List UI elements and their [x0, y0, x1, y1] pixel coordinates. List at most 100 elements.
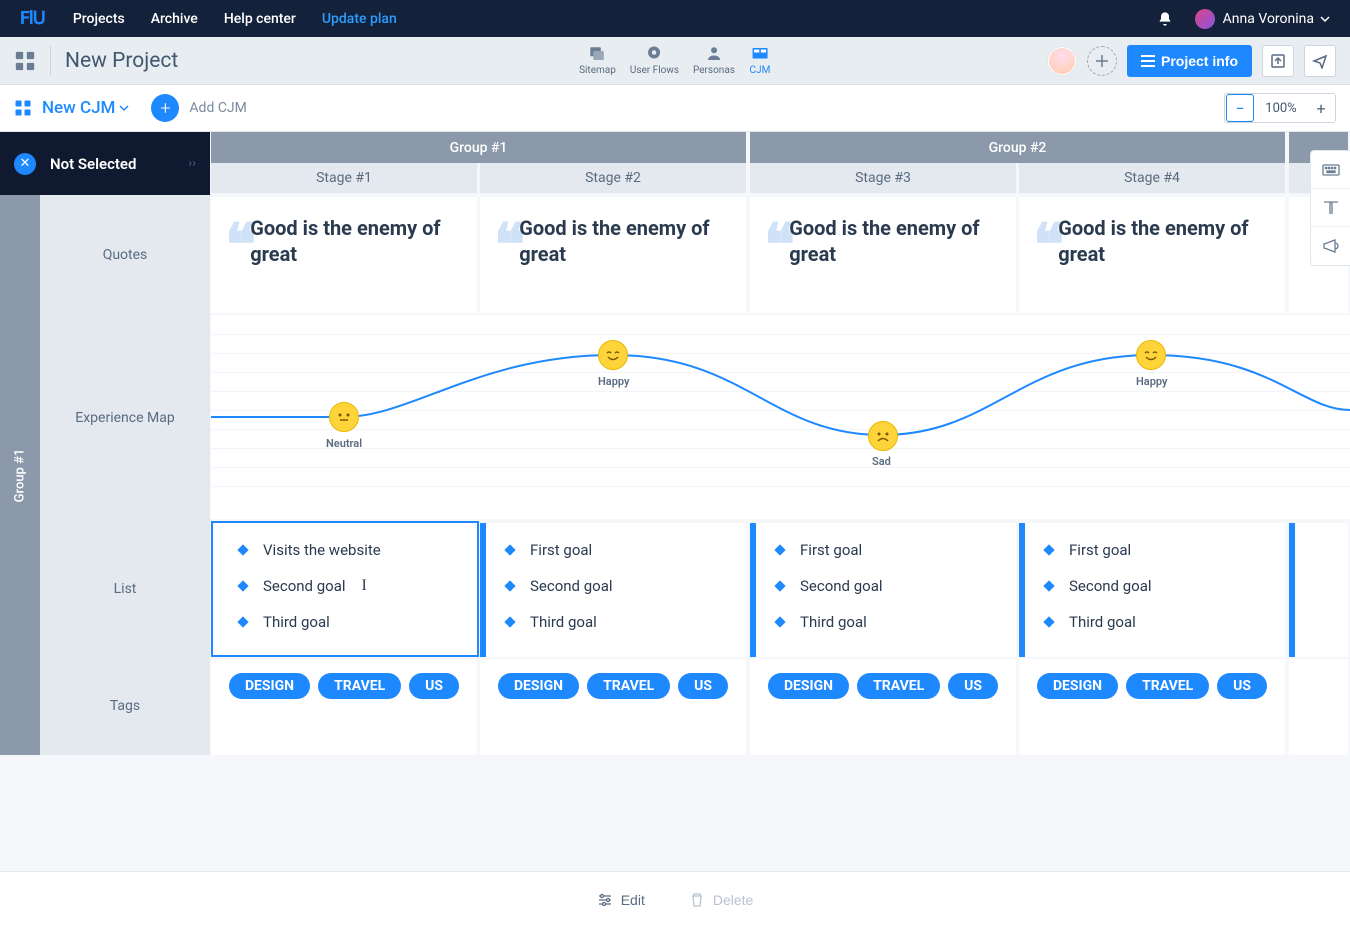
- neutral-emoji-icon[interactable]: [329, 402, 359, 432]
- user-menu[interactable]: Anna Voronina: [1195, 9, 1330, 29]
- bullet-icon: [504, 580, 515, 591]
- group-header[interactable]: Group #2: [750, 132, 1287, 163]
- tab-sitemap[interactable]: Sitemap: [579, 45, 616, 76]
- tag[interactable]: DESIGN: [498, 673, 579, 699]
- list-cell[interactable]: First goal Second goal Third goal: [480, 521, 748, 657]
- export-button[interactable]: [1262, 45, 1294, 77]
- userflows-icon: [643, 45, 665, 63]
- bullet-icon: [1043, 580, 1054, 591]
- quote-cell[interactable]: ❝Good is the enemy of great: [750, 197, 1018, 313]
- tags-cell[interactable]: DESIGN TRAVEL US: [211, 659, 479, 755]
- tag[interactable]: TRAVEL: [857, 673, 940, 699]
- list-item[interactable]: Second goal: [1045, 577, 1271, 595]
- row-list-label[interactable]: List: [40, 521, 210, 657]
- list-item[interactable]: Visits the website: [239, 541, 463, 559]
- add-persona-button[interactable]: [1087, 46, 1117, 76]
- cjm-grid-icon[interactable]: [14, 99, 32, 117]
- nav-helpcenter[interactable]: Help center: [224, 11, 296, 27]
- quote-cell[interactable]: ❝Good is the enemy of great: [480, 197, 748, 313]
- delete-button[interactable]: Delete: [689, 892, 753, 908]
- tag[interactable]: TRAVEL: [318, 673, 401, 699]
- tag[interactable]: TRAVEL: [587, 673, 670, 699]
- stage-header[interactable]: Stage #4: [1019, 163, 1287, 195]
- tag[interactable]: DESIGN: [1037, 673, 1118, 699]
- bullet-icon: [774, 616, 785, 627]
- tab-userflows[interactable]: User Flows: [630, 45, 679, 76]
- share-button[interactable]: [1304, 45, 1336, 77]
- list-accent: [1289, 523, 1295, 657]
- secondbar-right: Project info: [1047, 45, 1336, 77]
- expand-chevron-icon[interactable]: ››: [188, 156, 196, 171]
- happy-emoji-icon[interactable]: [1136, 340, 1166, 370]
- nav-archive[interactable]: Archive: [151, 11, 198, 27]
- list-cell-partial[interactable]: [1289, 521, 1350, 657]
- group-sidebar[interactable]: Group #1: [0, 195, 40, 755]
- bullet-icon: [504, 616, 515, 627]
- quote-cell[interactable]: ❝Good is the enemy of great: [211, 197, 479, 313]
- happy-emoji-icon[interactable]: [598, 340, 628, 370]
- tag[interactable]: DESIGN: [768, 673, 849, 699]
- tab-personas[interactable]: Personas: [693, 45, 735, 76]
- user-name: Anna Voronina: [1223, 11, 1314, 27]
- list-item[interactable]: First goal: [1045, 541, 1271, 559]
- list-cell[interactable]: First goal Second goal Third goal: [750, 521, 1018, 657]
- persona-avatar[interactable]: [1047, 46, 1077, 76]
- zoom-value: 100%: [1255, 101, 1307, 116]
- apps-grid-icon[interactable]: [14, 50, 36, 72]
- tag[interactable]: US: [948, 673, 998, 699]
- edit-button[interactable]: Edit: [597, 892, 645, 908]
- list-item[interactable]: Third goal: [1045, 613, 1271, 631]
- sitemap-icon: [586, 45, 608, 63]
- centernav: Sitemap User Flows Personas CJM: [579, 45, 771, 76]
- tag[interactable]: US: [409, 673, 459, 699]
- row-quotes-label[interactable]: Quotes: [40, 195, 210, 315]
- list-cell-selected[interactable]: Visits the website Second goalI Third go…: [211, 521, 479, 657]
- tag[interactable]: US: [1217, 673, 1267, 699]
- list-item[interactable]: First goal: [776, 541, 1002, 559]
- quote-cell[interactable]: ❝Good is the enemy of great: [1019, 197, 1287, 313]
- quote-icon: ❝: [764, 231, 787, 295]
- list-item[interactable]: Third goal: [776, 613, 1002, 631]
- experience-map-cell[interactable]: Neutral Happy Sad Happy: [211, 315, 1350, 519]
- tags-cell[interactable]: DESIGN TRAVEL US: [480, 659, 748, 755]
- bullet-icon: [774, 544, 785, 555]
- cjm-title-dropdown[interactable]: New CJM: [42, 98, 129, 118]
- stage-header[interactable]: Stage #2: [480, 163, 748, 195]
- list-accent: [750, 523, 756, 657]
- list-item[interactable]: Second goal: [506, 577, 732, 595]
- list-cell[interactable]: First goal Second goal Third goal: [1019, 521, 1287, 657]
- bottombar: Edit Delete: [0, 871, 1350, 927]
- zoom-out-button[interactable]: −: [1226, 94, 1254, 122]
- list-accent: [1019, 523, 1025, 657]
- list-item[interactable]: Second goal: [776, 577, 1002, 595]
- bell-icon[interactable]: [1157, 11, 1173, 27]
- nav-update-plan[interactable]: Update plan: [322, 11, 397, 27]
- tags-cell[interactable]: DESIGN TRAVEL US: [1019, 659, 1287, 755]
- list-item[interactable]: First goal: [506, 541, 732, 559]
- project-info-button[interactable]: Project info: [1127, 45, 1252, 77]
- stage-header[interactable]: Stage #3: [750, 163, 1018, 195]
- project-title[interactable]: New Project: [65, 49, 178, 73]
- tags-cell-partial[interactable]: [1289, 659, 1350, 755]
- zoom-in-button[interactable]: +: [1307, 94, 1335, 122]
- tags-cell[interactable]: DESIGN TRAVEL US: [750, 659, 1018, 755]
- announce-tool[interactable]: [1311, 227, 1350, 265]
- row-exp-label[interactable]: Experience Map: [40, 315, 210, 521]
- deselect-persona-button[interactable]: ✕: [14, 153, 36, 175]
- tag[interactable]: DESIGN: [229, 673, 310, 699]
- add-cjm-button[interactable]: + Add CJM: [151, 94, 246, 122]
- group-header[interactable]: Group #1: [211, 132, 748, 163]
- list-item[interactable]: Second goalI: [239, 577, 463, 595]
- stage-header[interactable]: Stage #1: [211, 163, 479, 195]
- row-tags-label[interactable]: Tags: [40, 657, 210, 755]
- logo[interactable]: Flᑌ: [20, 8, 45, 29]
- list-item[interactable]: Third goal: [239, 613, 463, 631]
- list-item[interactable]: Third goal: [506, 613, 732, 631]
- tag[interactable]: TRAVEL: [1126, 673, 1209, 699]
- book-tool[interactable]: [1311, 189, 1350, 227]
- sad-emoji-icon[interactable]: [868, 421, 898, 451]
- tab-cjm[interactable]: CJM: [749, 45, 771, 76]
- keyboard-tool[interactable]: [1311, 151, 1350, 189]
- tag[interactable]: US: [678, 673, 728, 699]
- nav-projects[interactable]: Projects: [73, 11, 125, 27]
